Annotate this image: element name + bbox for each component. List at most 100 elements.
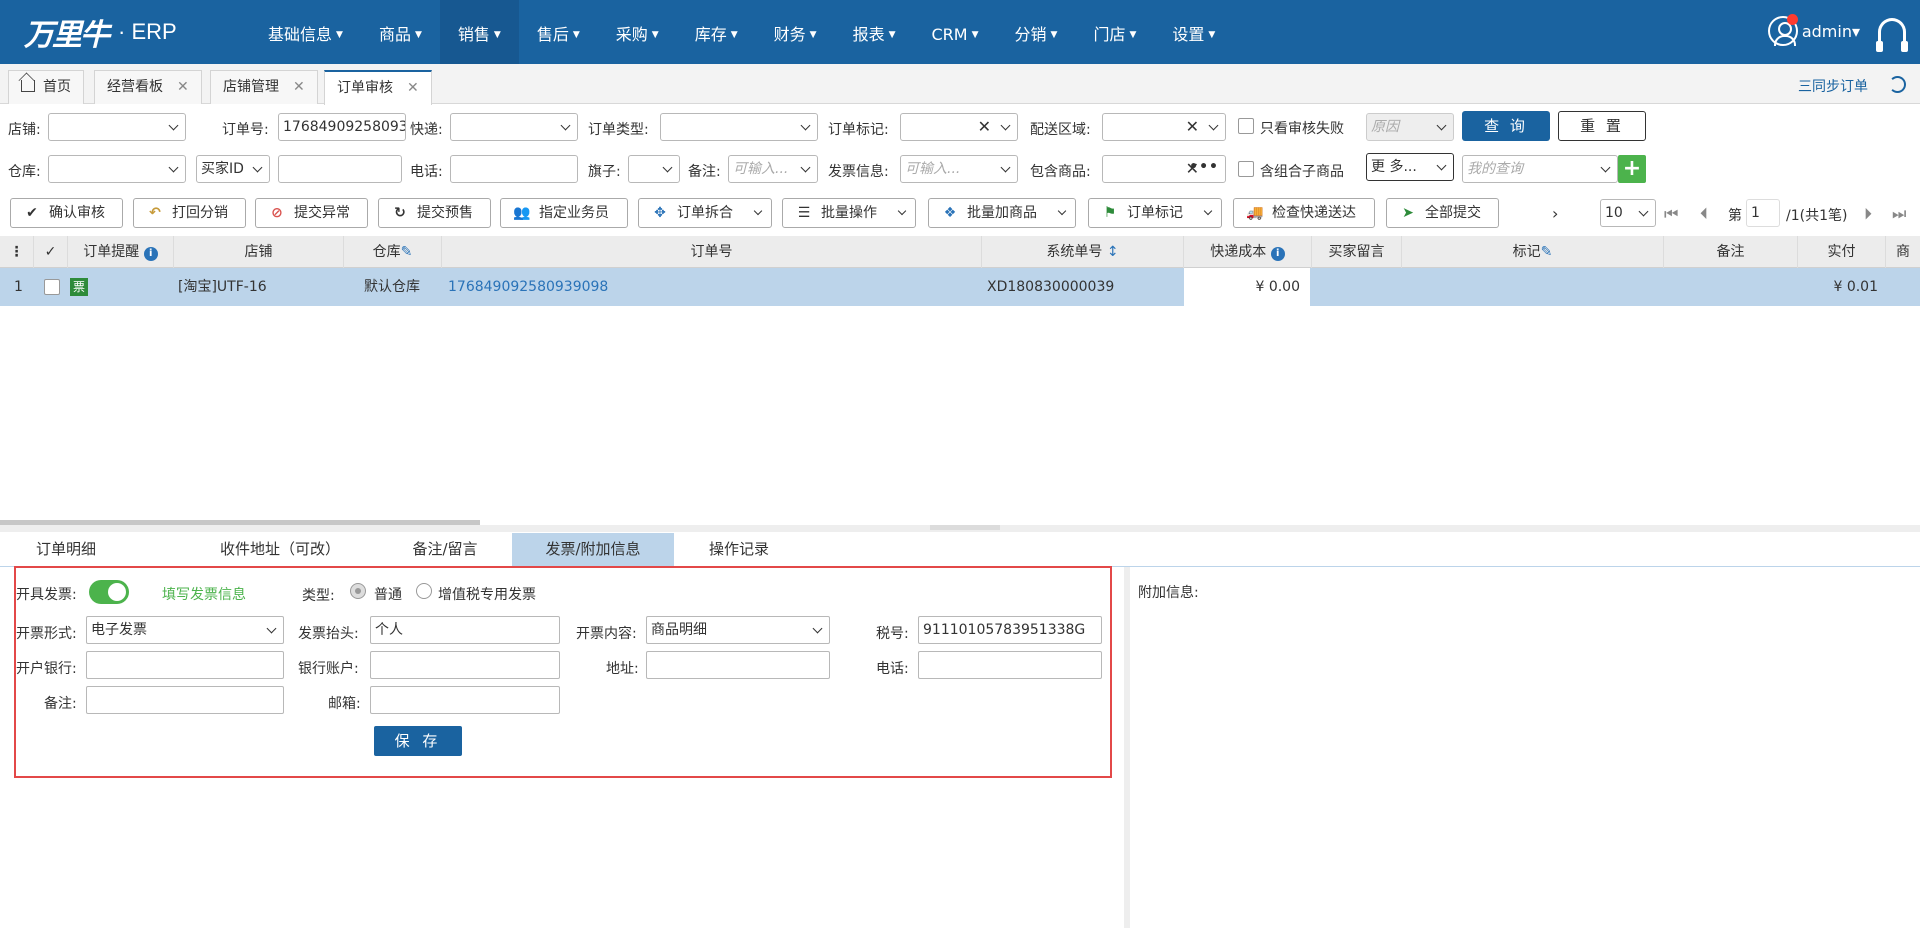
user-menu[interactable]: admin ▾ [1767,14,1860,46]
save-invoice-button[interactable]: 保 存 [374,726,462,756]
row-checkbox[interactable] [44,279,60,295]
submit-presale-button[interactable]: ↻ 提交预售 [378,198,491,228]
sync-orders-link[interactable]: 三同步订单 [1798,76,1868,96]
tab-shipping-address[interactable]: 收件地址（可改） [190,533,370,566]
column-header-order-no[interactable]: 订单号 [442,236,982,268]
nav-item-settings[interactable]: 设置 ▼ [1154,0,1233,64]
more-select[interactable]: 更 多... [1366,153,1454,181]
order-type-select[interactable] [660,113,818,141]
column-header-shop[interactable]: 店铺 [174,236,344,268]
nav-item-crm[interactable]: CRM ▼ [914,0,997,64]
tab-home[interactable]: 首页 [8,70,84,104]
close-icon[interactable]: ✕ [177,79,189,95]
last-page-icon[interactable]: ⏭ [1892,204,1906,224]
bank-input[interactable] [86,651,284,679]
order-mark-button[interactable]: ⚑ 订单标记 [1088,198,1222,228]
address-input[interactable] [646,651,830,679]
column-header-remark[interactable]: 备注 [1664,236,1798,268]
add-query-button[interactable]: + [1618,155,1646,183]
clear-icon[interactable]: ✕ [1186,114,1199,140]
column-menu-icon[interactable]: ⋮ [0,236,34,268]
return-distribution-button[interactable]: ↶ 打回分销 [133,198,246,228]
nav-item-after-sales[interactable]: 售后 ▼ [519,0,598,64]
invoice-phone-input[interactable] [918,651,1102,679]
nav-item-distribution[interactable]: 分销 ▼ [997,0,1076,64]
tab-invoice-extra[interactable]: 发票/附加信息 [512,533,674,566]
buyer-id-input[interactable] [278,155,402,183]
nav-item-basic-info[interactable]: 基础信息 ▼ [250,0,361,64]
reset-button[interactable]: 重 置 [1558,111,1646,141]
nav-item-finance[interactable]: 财务 ▼ [756,0,835,64]
horizontal-scrollbar[interactable] [0,520,480,525]
query-button[interactable]: 查 询 [1462,111,1550,141]
page-number-input[interactable]: 1 [1746,199,1780,227]
shop-select[interactable] [48,113,186,141]
more-dots-icon[interactable]: ••• [1189,156,1219,180]
nav-item-goods[interactable]: 商品 ▼ [361,0,440,64]
tax-no-input[interactable]: 91110105783951338G [918,616,1102,644]
tab-shop-management[interactable]: 店铺管理 ✕ [210,70,318,104]
contains-goods-input[interactable]: ✕ ••• [1102,155,1226,183]
invoice-info-select[interactable]: 可输入... [900,155,1018,183]
column-header-mark[interactable]: 标记✎ [1402,236,1664,268]
check-express-button[interactable]: 🚚 检查快递送达 [1233,198,1375,228]
nav-item-sales[interactable]: 销售 ▼ [439,0,519,64]
select-all-checkbox[interactable]: ✓ [34,236,68,268]
close-icon[interactable]: ✕ [407,80,419,96]
page-size-select[interactable]: 10 [1600,199,1656,227]
prev-page-icon[interactable]: ⏴ [1700,204,1708,224]
logo[interactable]: 万里牛 · ERP [24,10,177,54]
refresh-icon[interactable] [1889,76,1906,93]
order-mark-select[interactable]: ✕ [900,113,1018,141]
nav-item-purchase[interactable]: 采购 ▼ [598,0,677,64]
nav-item-reports[interactable]: 报表 ▼ [835,0,914,64]
toolbar-scroll-right-icon[interactable]: › [1552,204,1558,223]
column-header-reminder[interactable]: 订单提醒 i [68,236,174,268]
remark-select[interactable]: 可输入... [728,155,818,183]
nav-item-store[interactable]: 门店 ▼ [1075,0,1154,64]
invoice-title-input[interactable]: 个人 [370,616,560,644]
splitter-handle[interactable] [930,525,1000,530]
tab-order-detail[interactable]: 订单明细 [0,533,132,566]
close-icon[interactable]: ✕ [293,79,305,95]
reason-select[interactable]: 原因 [1366,113,1454,141]
express-select[interactable] [450,113,578,141]
column-header-buyer-msg[interactable]: 买家留言 [1312,236,1402,268]
fill-invoice-link[interactable]: 填写发票信息 [162,584,246,604]
column-header-warehouse[interactable]: 仓库✎ [344,236,442,268]
submit-exception-button[interactable]: ⊘ 提交异常 [255,198,368,228]
column-header-more[interactable]: 商 [1886,236,1920,268]
tab-order-review[interactable]: 订单审核 ✕ [324,70,432,105]
confirm-review-button[interactable]: ✔ 确认审核 [10,198,123,228]
open-invoice-toggle[interactable] [89,580,129,604]
submit-all-button[interactable]: ➤ 全部提交 [1386,198,1499,228]
split-merge-order-button[interactable]: ✥ 订单拆合 [638,198,772,228]
assign-salesman-button[interactable]: 👥 指定业务员 [500,198,628,228]
invoice-type-normal-radio[interactable] [350,583,366,599]
column-header-paid[interactable]: 实付 [1798,236,1886,268]
next-page-icon[interactable]: ⏵ [1864,204,1872,224]
batch-add-goods-button[interactable]: ❖ 批量加商品 [928,198,1076,228]
table-row[interactable]: 1 票 [淘宝]UTF-16 默认仓库 176849092580939098 X… [0,268,1920,306]
row-order-no-link[interactable]: 176849092580939098 [448,268,608,306]
my-query-select[interactable]: 我的查询 [1462,155,1618,183]
nav-item-inventory[interactable]: 库存 ▼ [677,0,756,64]
column-header-express-cost[interactable]: 快递成本 i [1184,236,1312,268]
email-input[interactable] [370,686,560,714]
delivery-area-select[interactable]: ✕ [1102,113,1226,141]
buyer-id-select[interactable]: 买家ID [196,155,270,183]
column-header-sys-no[interactable]: 系统单号 ↕ [982,236,1184,268]
headset-icon[interactable] [1876,18,1908,52]
invoice-type-vat-radio[interactable] [416,583,432,599]
batch-operation-button[interactable]: ☰ 批量操作 [782,198,916,228]
invoice-content-select[interactable]: 商品明细 [646,616,830,644]
combo-sub-checkbox[interactable] [1238,161,1254,177]
tab-dashboard[interactable]: 经营看板 ✕ [94,70,202,104]
clear-icon[interactable]: ✕ [978,114,991,140]
tab-remark-message[interactable]: 备注/留言 [384,533,506,566]
invoice-form-select[interactable]: 电子发票 [86,616,284,644]
vertical-splitter[interactable] [1124,567,1130,928]
first-page-icon[interactable]: ⏮ [1664,204,1678,224]
tab-operation-log[interactable]: 操作记录 [674,533,804,566]
invoice-remark-input[interactable] [86,686,284,714]
